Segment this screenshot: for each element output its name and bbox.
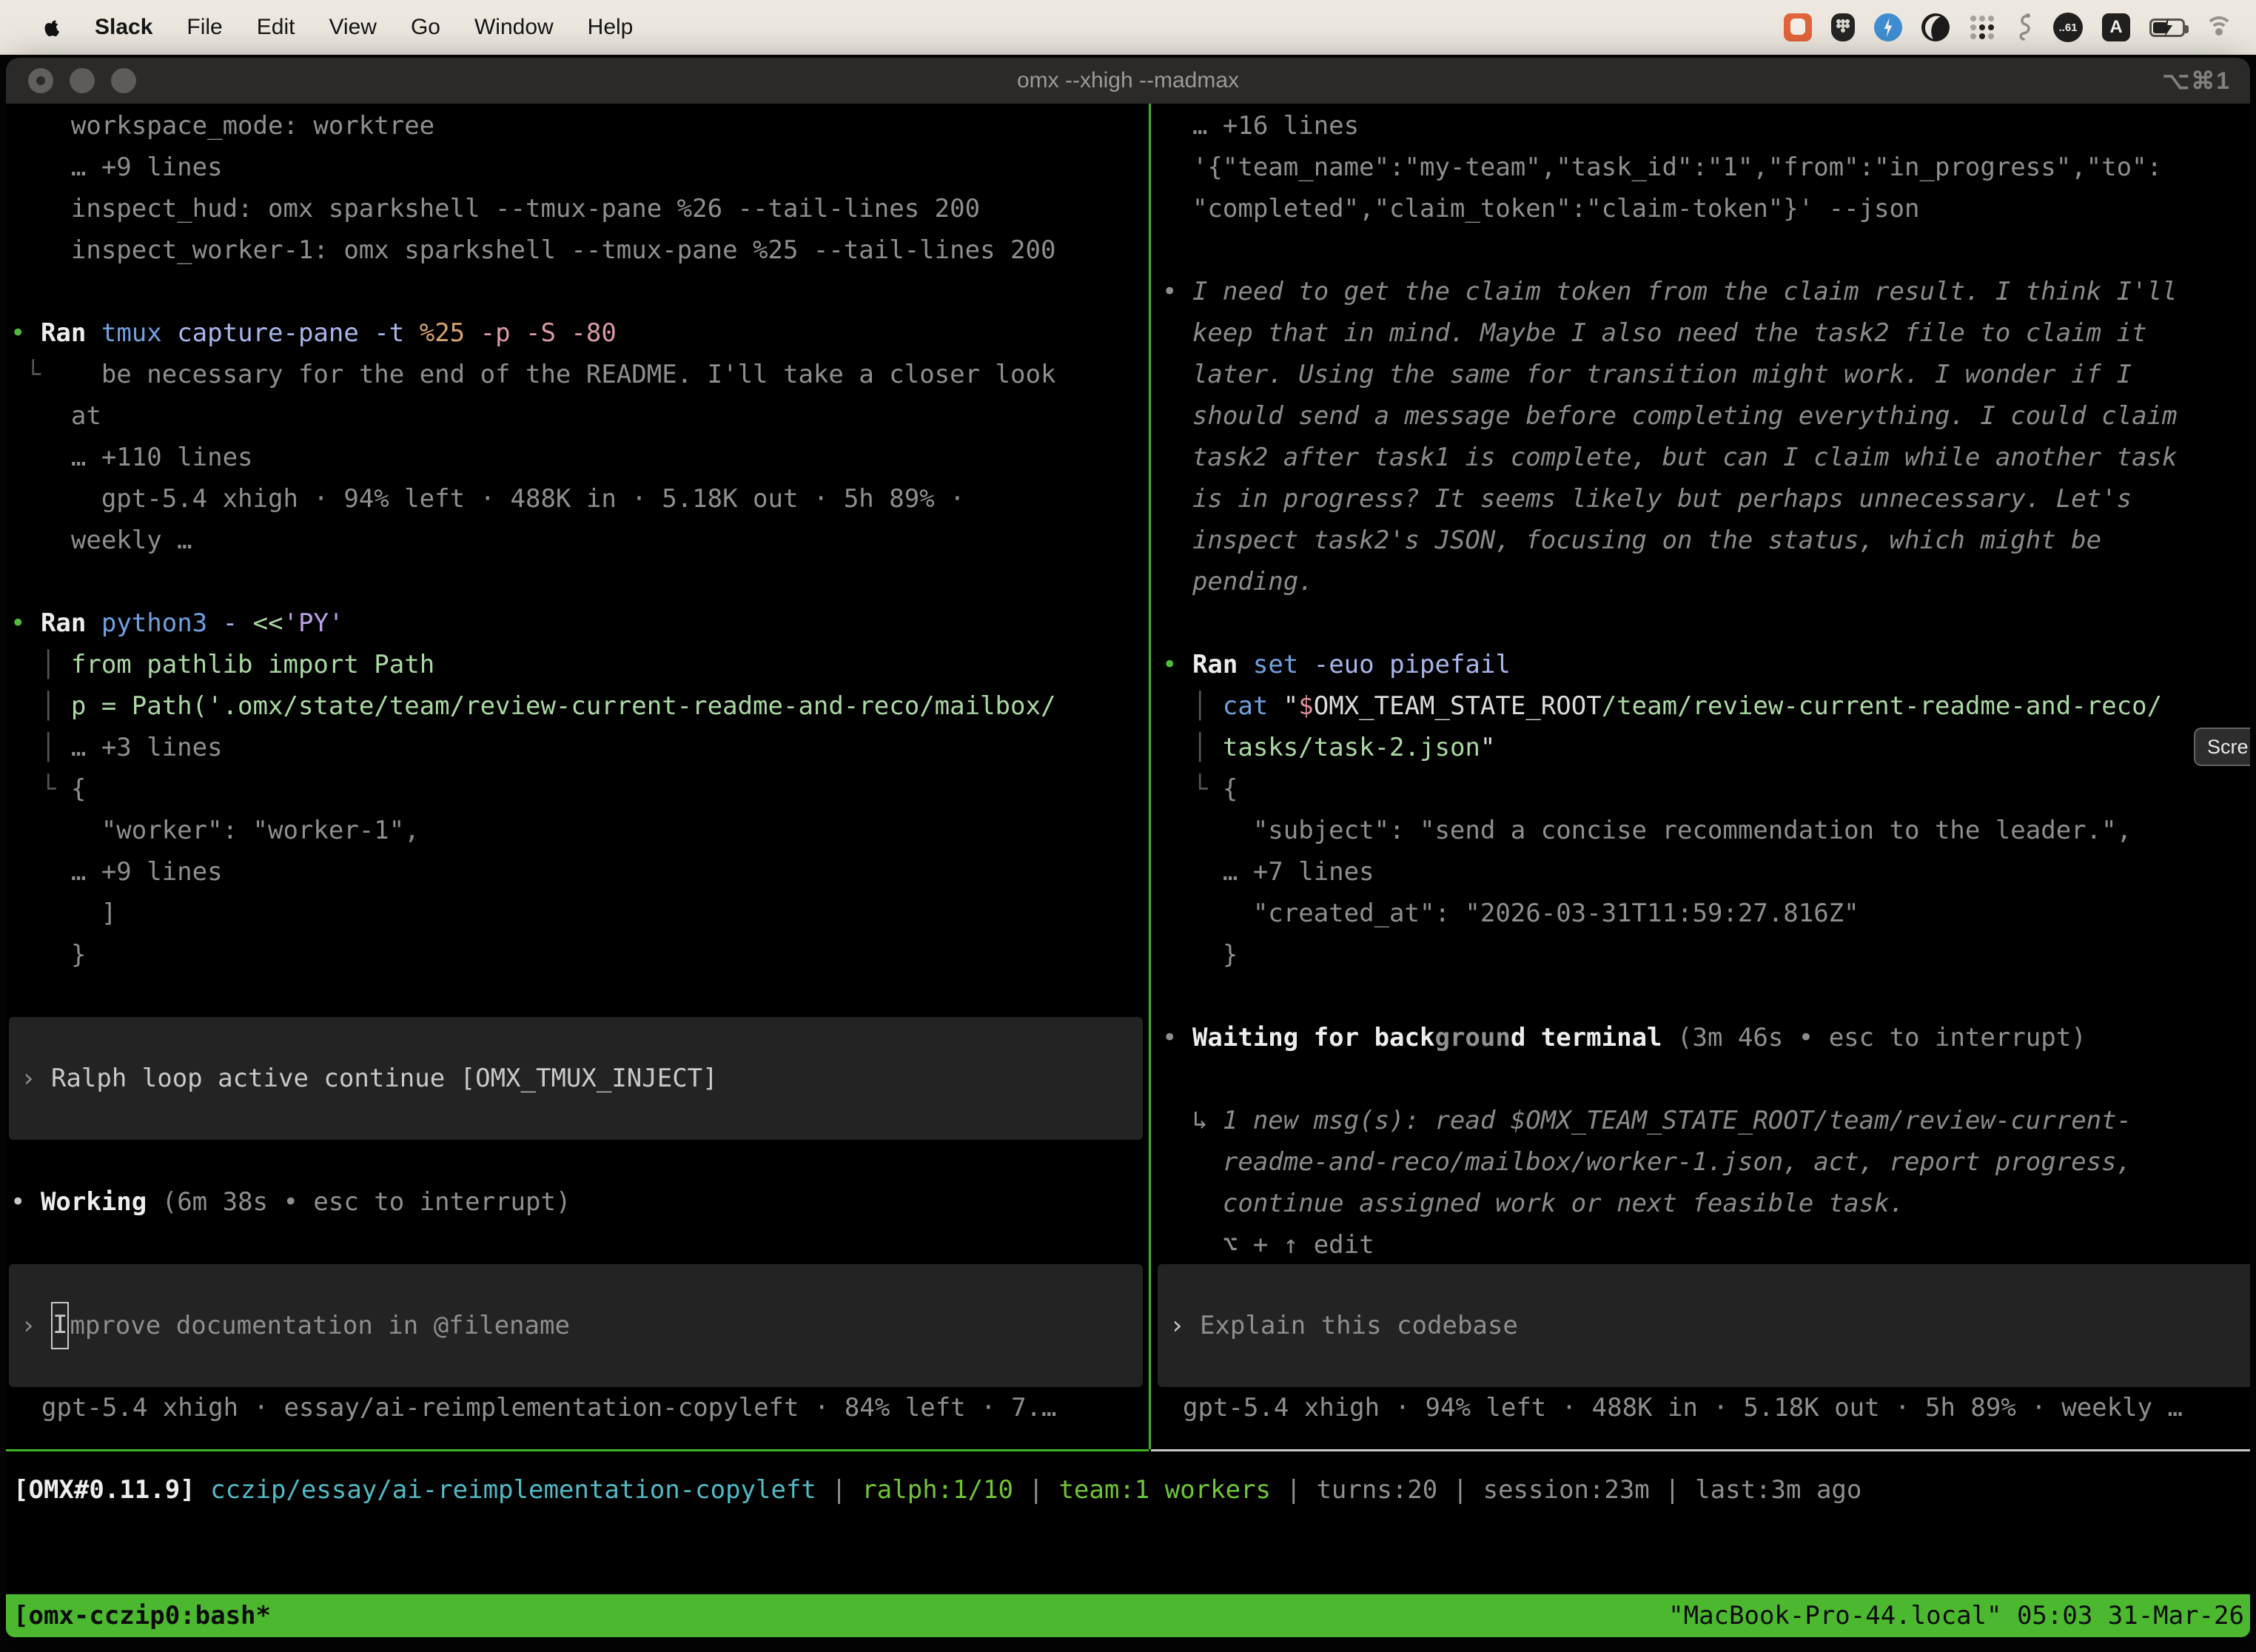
terminal-line: task2 after task1 is complete, but can I… [1162,437,2249,478]
terminal-line: weekly … [10,520,1143,561]
terminal-line: • Ran tmux capture-pane -t %25 -p -S -80 [10,312,1143,354]
menu-app-name[interactable]: Slack [95,15,152,40]
terminal-line: } [1162,934,2249,976]
terminal-line: is in progress? It seems likely but perh… [1162,478,2249,520]
terminal-line: … +7 lines [1162,851,2249,893]
terminal-line: inspect_worker-1: omx sparkshell --tmux-… [10,229,1143,271]
terminal-line: │ tasks/task-2.json" [1162,727,2249,768]
terminal-line: │ … +3 lines [10,727,1143,768]
menu-item-window[interactable]: Window [474,15,554,40]
menu-item-view[interactable]: View [329,15,376,40]
terminal-line: readme-and-reco/mailbox/worker-1.json, a… [1162,1141,2249,1183]
terminal-line [1162,602,2249,644]
terminal-line: │ from pathlib import Path [10,644,1143,685]
terminal-line: at [10,395,1143,437]
right-prompt-input[interactable]: › Explain this codebase [1158,1264,2250,1387]
terminal-line: workspace_mode: worktree [10,105,1143,147]
terminal-line: pending. [1162,561,2249,602]
terminal-line: … +9 lines [10,147,1143,188]
right-pane: … +16 lines '{"team_name":"my-team","tas… [1162,105,2249,1266]
menu-items: File Edit View Go Window Help [187,15,633,40]
dots-grid-icon[interactable] [1969,14,1995,41]
terminal-line: • Waiting for background terminal (3m 46… [1162,1017,2249,1058]
tmux-status-bar[interactable]: [omx-cczip0:bash* "MacBook-Pro-44.local"… [6,1594,2250,1637]
omx-hud-status: [OMX#0.11.9] cczip/essay/ai-reimplementa… [13,1469,1861,1511]
terminal-line: should send a message before completing … [1162,395,2249,437]
crescent-icon[interactable] [1921,13,1950,41]
terminal-line: } [10,934,1143,976]
working-status-line: • Working (6m 38s • esc to interrupt) [10,1181,571,1223]
terminal-line [1162,976,2249,1017]
squiggle-icon[interactable] [2015,13,2034,42]
terminal-line: └ { [1162,768,2249,810]
chat-orange-icon[interactable] [1784,13,1812,41]
terminal-line: "created_at": "2026-03-31T11:59:27.816Z" [1162,893,2249,934]
terminal-content[interactable]: workspace_mode: worktree … +9 lines insp… [6,104,2250,1637]
terminal-line: ⌥ + ↑ edit [1162,1224,2249,1266]
menu-item-help[interactable]: Help [588,15,634,40]
terminal-line: "subject": "send a concise recommendatio… [1162,810,2249,851]
status-icons: ..61 A [1784,13,2256,42]
input-placeholder: mprove documentation in @filename [70,1305,570,1346]
menu-bar-left: Slack File Edit View Go Window Help [0,15,633,40]
terminal-line: └ { [10,768,1143,810]
terminal-line: keep that in mind. Maybe I also need the… [1162,312,2249,354]
terminal-line: • Ran python3 - <<'PY' [10,602,1143,644]
terminal-line: inspect task2's JSON, focusing on the st… [1162,520,2249,561]
battery-charging-icon[interactable] [2149,19,2185,37]
tmux-host-clock: "MacBook-Pro-44.local" 05:03 31-Mar-26 [1668,1595,2250,1636]
terminal-line: later. Using the same for transition mig… [1162,354,2249,395]
terminal-line: … +110 lines [10,437,1143,478]
right-pane-status: gpt-5.4 xhigh · 94% left · 488K in · 5.1… [1183,1387,2249,1428]
terminal-line: '{"team_name":"my-team","task_id":"1","f… [1162,147,2249,188]
left-pane-status: gpt-5.4 xhigh · essay/ai-reimplementatio… [41,1387,1056,1428]
screen-tooltip: Scre [2194,728,2250,766]
input-A-icon[interactable]: A [2102,13,2130,41]
pane-border-bottom-right[interactable] [1151,1449,2250,1451]
terminal-line [10,561,1143,602]
terminal-line: inspect_hud: omx sparkshell --tmux-pane … [10,188,1143,229]
terminal-line: • Ran set -euo pipefail [1162,644,2249,685]
terminal-line: • I need to get the claim token from the… [1162,271,2249,312]
terminal-line: … +16 lines [1162,105,2249,147]
terminal-line: "worker": "worker-1", [10,810,1143,851]
terminal-line [1162,1058,2249,1100]
menu-bar: Slack File Edit View Go Window Help ..61 A [0,0,2256,55]
prompt-chevron-icon: › [21,1305,51,1346]
left-pane: workspace_mode: worktree … +9 lines insp… [10,105,1143,976]
terminal-line: ↳ 1 new msg(s): read $OMX_TEAM_STATE_ROO… [1162,1100,2249,1141]
apple-logo-icon[interactable] [43,17,61,38]
bolt-blue-icon[interactable] [1874,13,1902,41]
ralph-loop-banner: › Ralph loop active continue [OMX_TMUX_I… [9,1017,1143,1140]
menu-item-go[interactable]: Go [411,15,440,40]
left-prompt-input[interactable]: › Improve documentation in @filename [9,1264,1143,1387]
terminal-line [1162,229,2249,271]
shield-icon[interactable] [1831,13,1855,41]
terminal-line: gpt-5.4 xhigh · 94% left · 488K in · 5.1… [10,478,1143,520]
menu-item-file[interactable]: File [187,15,222,40]
terminal-line [10,271,1143,312]
terminal-line: … +9 lines [10,851,1143,893]
terminal-line: │ p = Path('.omx/state/team/review-curre… [10,685,1143,727]
terminal-line: ] [10,893,1143,934]
wifi-icon[interactable] [2204,16,2234,38]
pane-border-bottom-left[interactable] [6,1449,1149,1451]
terminal-line: continue assigned work or next feasible … [1162,1183,2249,1224]
window-shortcut-hint: ⌥⌘1 [2162,67,2231,95]
menu-item-edit[interactable]: Edit [257,15,295,40]
terminal-line: "completed","claim_token":"claim-token"}… [1162,188,2249,229]
window-title: omx --xhigh --madmax [6,68,2250,93]
text-cursor: I [51,1302,69,1349]
terminal-line: └ be necessary for the end of the README… [10,354,1143,395]
pane-divider-vertical[interactable] [1149,104,1151,1449]
tmux-session-name[interactable]: [omx-cczip0:bash* [6,1595,271,1636]
terminal-line: │ cat "$OMX_TEAM_STATE_ROOT/team/review-… [1162,685,2249,727]
terminal-window: omx --xhigh --madmax ⌥⌘1 workspace_mode:… [6,58,2250,1637]
window-titlebar[interactable]: omx --xhigh --madmax ⌥⌘1 [6,58,2250,104]
badge-61-icon[interactable]: ..61 [2053,13,2083,42]
